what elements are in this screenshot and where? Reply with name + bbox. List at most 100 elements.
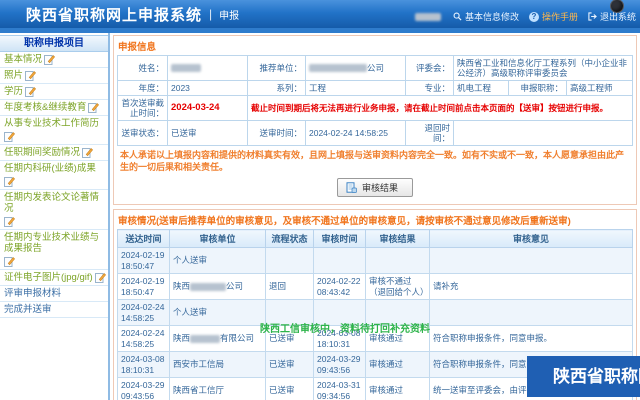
question-icon: ? — [528, 11, 539, 22]
sidebar-item[interactable]: 完成并送审 — [0, 302, 108, 318]
result-button-row: 审核结果 — [114, 175, 636, 204]
sidebar-item[interactable]: 任期内科研(业绩)成果 — [0, 161, 108, 190]
sidebar-item[interactable]: 任期内专业技术业绩与成果报告 — [0, 230, 108, 270]
send-time-value: 2024-02-24 14:58:25 — [306, 121, 406, 145]
table-cell: 陕西 公司 — [169, 273, 266, 300]
recommend-org-value: 公司 — [306, 56, 406, 80]
declare-info-table: 姓名： 推荐单位： 公司 评委会： 陕西省工业和信息化厅工程系列（中小企业非公经… — [117, 55, 633, 146]
sidebar-item[interactable]: 从事专业技术工作简历 — [0, 116, 108, 145]
declare-info-section: 申报信息 姓名： 推荐单位： 公司 评委会： 陕西省工业和信息化厅工程系列（中小… — [113, 35, 637, 205]
manual-link[interactable]: ? 操作手册 — [528, 10, 578, 23]
sidebar-item[interactable]: 证件电子图片(jpg/gif) — [0, 270, 108, 286]
major-label: 专业： — [406, 81, 454, 95]
edit-icon[interactable] — [94, 272, 106, 283]
sidebar-item-label: 基本情况 — [4, 54, 43, 65]
deadline-label: 首次送审截止时间： — [118, 96, 168, 120]
table-cell: 2024-02-24 14:58:25 — [117, 299, 170, 326]
table-cell: 2024-02-24 14:58:25 — [117, 325, 170, 352]
sidebar: 职称申报项目 基本情况照片 学历年度考核&继续教育从事专业技术工作简历 任职期间奖励… — [0, 33, 110, 400]
deadline-value: 2024-03-24 — [168, 96, 248, 120]
sidebar-item[interactable]: 评审申报材料 — [0, 286, 108, 302]
send-status-value: 已送审 — [168, 121, 248, 145]
review-result-button[interactable]: 审核结果 — [336, 178, 413, 197]
sidebar-item-label: 任职期间奖励情况 — [4, 147, 81, 158]
edit-icon[interactable] — [4, 131, 15, 142]
table-cell: 请补充 — [429, 273, 633, 300]
redacted-text — [171, 64, 201, 72]
watermark-overlay: 陕西省职称网上申报系统 — [527, 356, 640, 397]
manual-label: 操作手册 — [541, 12, 578, 22]
edit-icon[interactable] — [82, 147, 94, 158]
sidebar-item[interactable]: 年度考核&继续教育 — [0, 100, 108, 116]
committee-value: 陕西省工业和信息化厅工程系列（中小企业非公经济）高级职称评审委员会 — [454, 56, 633, 80]
edit-icon[interactable] — [4, 176, 15, 187]
review-table-head-row: 送达时间 审核单位 流程状态 审核时间 审核结果 审核意见 — [117, 229, 633, 248]
table-cell: 已送审 — [265, 351, 314, 378]
table-cell: 已送审 — [265, 377, 314, 400]
table-cell: 2024-03-31 09:34:56 — [313, 377, 366, 400]
table-cell: 审核通过 — [365, 377, 430, 400]
edit-icon[interactable] — [4, 216, 15, 227]
send-status-label: 送审状态： — [118, 121, 168, 145]
edit-icon[interactable] — [25, 70, 37, 81]
sidebar-item[interactable]: 照片 — [0, 68, 108, 84]
table-cell — [313, 247, 366, 274]
year-value: 2023 — [168, 81, 248, 95]
document-icon — [346, 182, 357, 193]
table-cell — [429, 299, 633, 326]
table-cell — [265, 247, 314, 274]
commitment-text: 本人承诺以上填报内容和提供的材料真实有效，且网上填报与送审资料内容完全一致。如有… — [120, 150, 625, 172]
declare-section-title: 申报信息 — [118, 42, 157, 53]
deadline-warning: 截止时间到期后将无法再进行业务申报，请在截止时间前点击本页面的【送审】按钮进行申… — [248, 96, 633, 120]
table-row: 2024-02-19 18:50:47 陕西 公司 退回 2024-02-22 08:4… — [117, 273, 633, 300]
sidebar-item[interactable]: 任职期间奖励情况 — [0, 145, 108, 161]
table-cell: 审核通过 — [365, 351, 430, 378]
name-label: 姓名： — [118, 56, 168, 80]
sidebar-item-label: 年度考核&继续教育 — [4, 102, 87, 113]
edit-icon[interactable] — [25, 86, 37, 97]
table-cell: 陕西省工信厅 — [169, 377, 266, 400]
edit-icon[interactable] — [4, 256, 15, 267]
edit-icon[interactable] — [88, 102, 100, 113]
table-cell: 审核不通过（退回给个人） — [365, 273, 430, 300]
sidebar-item[interactable]: 任期内发表论文论著情况 — [0, 190, 108, 230]
series-value: 工程 — [306, 81, 406, 95]
basic-info-link[interactable]: 基本信息修改 — [453, 10, 519, 23]
sidebar-title: 职称申报项目 — [0, 35, 108, 52]
sidebar-item-label: 从事专业技术工作简历 — [4, 118, 100, 129]
name-value — [168, 56, 248, 80]
edit-icon[interactable] — [44, 54, 56, 65]
table-cell: 符合职称申报条件，同意申报。 — [429, 325, 633, 352]
return-time-value — [454, 121, 633, 145]
table-cell: 陕西 有限公司 — [169, 325, 266, 352]
sidebar-item[interactable]: 学历 — [0, 84, 108, 100]
table-cell: 2024-03-29 09:43:56 — [313, 351, 366, 378]
status-annotation: 陕西工信审核中，资料待打回补充资料 — [260, 324, 430, 335]
table-cell: 西安市工信局 — [169, 351, 266, 378]
major-value: 机电工程 — [454, 81, 509, 95]
column-header: 审核单位 — [169, 229, 266, 248]
table-cell: 2024-02-22 08:43:42 — [313, 273, 366, 300]
column-header: 送达时间 — [117, 229, 170, 248]
table-cell: 个人送审 — [169, 247, 266, 274]
review-result-label: 审核结果 — [361, 183, 398, 193]
series-label: 系列： — [248, 81, 306, 95]
review-section-title: 审核情况(送审后推荐单位的审核意见，及审核不通过单位的审核意见，请按审核不通过意… — [118, 216, 571, 227]
return-time-label: 退回时间： — [406, 121, 454, 145]
sidebar-item-label: 任期内发表论文论著情况 — [4, 192, 100, 214]
table-cell — [365, 247, 430, 274]
table-cell: 退回 — [265, 273, 314, 300]
title-separator: | — [209, 7, 213, 21]
column-header: 流程状态 — [265, 229, 314, 248]
sidebar-item[interactable]: 基本情况 — [0, 52, 108, 68]
sidebar-item-label: 任期内专业技术业绩与成果报告 — [4, 232, 100, 254]
logout-link[interactable]: 退出系统 — [588, 10, 636, 23]
recommend-org-label: 推荐单位： — [248, 56, 306, 80]
app-subtitle: 申报 — [219, 10, 240, 22]
column-header: 审核时间 — [313, 229, 366, 248]
sidebar-item-label: 证件电子图片(jpg/gif) — [4, 272, 93, 283]
table-cell: 2024-03-08 18:10:31 — [117, 351, 170, 378]
sidebar-item-label: 任期内科研(业绩)成果 — [4, 163, 96, 174]
app-title: 陕西省职称网上申报系统 — [26, 6, 203, 24]
apply-title-label: 申报职称： — [509, 81, 567, 95]
